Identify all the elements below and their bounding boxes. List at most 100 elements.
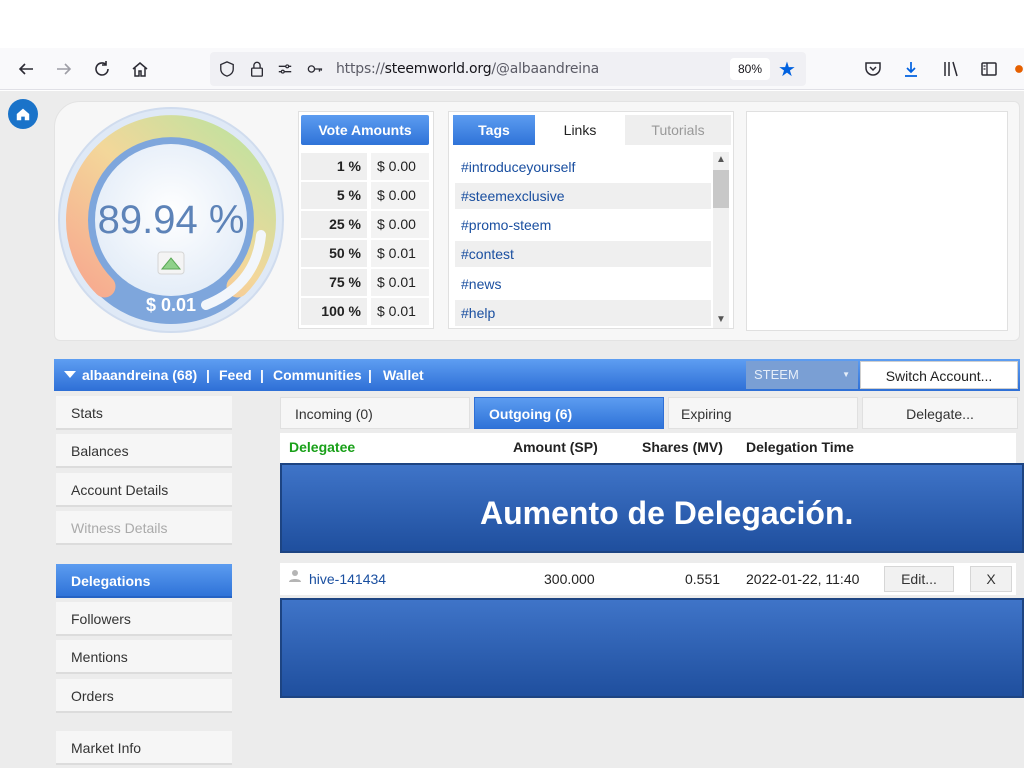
vote-percent: 75 % [301, 269, 367, 296]
tab-incoming[interactable]: Incoming (0) [280, 397, 470, 429]
vote-percent: 5 % [301, 182, 367, 209]
amount-value: 300.000 [544, 571, 595, 587]
header-delegatee[interactable]: Delegatee [289, 439, 355, 455]
lock-icon[interactable] [248, 60, 266, 78]
home-icon[interactable] [128, 57, 152, 81]
url-path: /@albaandreina [491, 61, 599, 77]
tab-links[interactable]: Links [539, 115, 621, 145]
vote-row: 75 % $ 0.01 [301, 269, 429, 296]
tab-outgoing[interactable]: Outgoing (6) [474, 397, 664, 429]
tab-tutorials[interactable]: Tutorials [625, 115, 731, 145]
switch-account-button[interactable]: Switch Account... [860, 361, 1018, 389]
scroll-up-icon[interactable]: ▲ [713, 152, 729, 168]
sidebar-item-orders[interactable]: Orders [56, 679, 232, 713]
forward-icon[interactable] [52, 57, 76, 81]
sidebar-item-mentions[interactable]: Mentions [56, 640, 232, 674]
url-text[interactable]: https://steemworld.org/@albaandreina [336, 61, 599, 77]
tag-link[interactable]: #steemexclusive [455, 183, 711, 209]
header-amount[interactable]: Amount (SP) [513, 439, 598, 455]
key-icon[interactable] [306, 60, 324, 78]
tag-link[interactable]: #news [455, 271, 711, 297]
url-prefix: https:// [336, 61, 385, 77]
delegate-button[interactable]: Delegate... [862, 397, 1018, 429]
account-menu-chevron-icon[interactable] [64, 371, 76, 378]
tags-panel: Tags Links Tutorials #introduceyourself … [448, 111, 734, 329]
empty-panel [746, 111, 1008, 331]
tag-link[interactable]: #contest [455, 241, 711, 267]
reload-icon[interactable] [90, 57, 114, 81]
download-icon[interactable] [900, 58, 922, 80]
vote-value: $ 0.01 [371, 298, 429, 325]
address-bar[interactable]: https://steemworld.org/@albaandreina 80%… [210, 52, 806, 86]
extension-icon[interactable] [1014, 58, 1024, 80]
shares-value: 0.551 [685, 571, 721, 587]
sidebar-toggle-icon[interactable] [978, 58, 1000, 80]
site-home-icon[interactable] [8, 99, 38, 129]
vote-row: 5 % $ 0.00 [301, 182, 429, 209]
url-host: steemworld.org [384, 61, 492, 77]
vote-amounts-panel: Vote Amounts 1 % $ 0.00 5 % $ 0.00 25 % $ 0… [298, 111, 434, 329]
account-bar: albaandreina (68) | Feed | Communities |… [54, 359, 1020, 391]
scroll-down-icon[interactable]: ▼ [713, 312, 729, 328]
tags-scrollbar[interactable]: ▲ ▼ [713, 152, 729, 328]
tag-link[interactable]: #help [455, 300, 711, 326]
bookmark-star-icon[interactable]: ★ [778, 57, 796, 82]
sidebar-item-followers[interactable]: Followers [56, 602, 232, 636]
vote-percent: 50 % [301, 240, 367, 267]
sidebar-item-market-info[interactable]: Market Info [56, 731, 232, 765]
separator: | [206, 367, 210, 383]
vote-row: 100 % $ 0.01 [301, 298, 429, 325]
steemworld-page: 89.94 % $ 0.01 Vote Amounts 1 % $ 0.00 5 … [0, 91, 1024, 768]
communities-link[interactable]: Communities [273, 367, 362, 383]
vote-row: 25 % $ 0.00 [301, 211, 429, 238]
sidebar-item-witness-details[interactable]: Witness Details [56, 511, 232, 545]
gauge-value: $ 0.01 [146, 295, 196, 315]
gauge-percent: 89.94 % [98, 198, 245, 242]
tab-tags[interactable]: Tags [453, 115, 535, 145]
annotation-banner: Aumento de Delegación. [280, 463, 1024, 553]
vote-value: $ 0.01 [371, 240, 429, 267]
account-name-link[interactable]: albaandreina (68) [82, 367, 197, 383]
tag-link[interactable]: #introduceyourself [455, 154, 711, 180]
delegatee-link[interactable]: hive-141434 [309, 571, 386, 587]
sidebar-item-stats[interactable]: Stats [56, 396, 232, 430]
voting-power-gauge: 89.94 % $ 0.01 [58, 107, 284, 333]
browser-toolbar: https://steemworld.org/@albaandreina 80%… [0, 48, 1024, 90]
wallet-link[interactable]: Wallet [383, 367, 424, 383]
back-icon[interactable] [14, 57, 38, 81]
table-row: hive-141434 300.000 0.551 2022-01-22, 11… [280, 563, 1016, 595]
vote-amounts-title: Vote Amounts [301, 115, 429, 145]
zoom-badge[interactable]: 80% [730, 58, 770, 80]
vote-value: $ 0.01 [371, 269, 429, 296]
vote-value: $ 0.00 [371, 153, 429, 180]
annotation-text: Aumento de Delegación. [480, 495, 854, 531]
header-delegation-time[interactable]: Delegation Time [746, 439, 854, 455]
time-value: 2022-01-22, 11:40 [746, 571, 860, 587]
header-shares[interactable]: Shares (MV) [642, 439, 723, 455]
separator: | [260, 367, 264, 383]
edit-button[interactable]: Edit... [884, 566, 954, 592]
user-icon [288, 569, 302, 586]
vote-row: 50 % $ 0.01 [301, 240, 429, 267]
pocket-icon[interactable] [862, 58, 884, 80]
sidebar-item-delegations[interactable]: Delegations [56, 564, 232, 598]
remove-button[interactable]: X [970, 566, 1012, 592]
sidebar-item-account-details[interactable]: Account Details [56, 473, 232, 507]
feed-link[interactable]: Feed [219, 367, 252, 383]
vote-percent: 1 % [301, 153, 367, 180]
vote-value: $ 0.00 [371, 182, 429, 209]
currency-value: STEEM [754, 367, 799, 382]
scroll-thumb[interactable] [713, 170, 729, 208]
select-arrow-icon: ▼ [842, 370, 850, 379]
vote-value: $ 0.00 [371, 211, 429, 238]
sidebar-item-balances[interactable]: Balances [56, 434, 232, 468]
tag-link[interactable]: #promo-steem [455, 212, 711, 238]
shield-icon[interactable] [218, 60, 236, 78]
annotation-banner-lower [280, 598, 1024, 698]
currency-select[interactable]: STEEM ▼ [746, 361, 858, 389]
library-icon[interactable] [940, 58, 962, 80]
separator: | [368, 367, 372, 383]
tab-expiring[interactable]: Expiring [668, 397, 858, 429]
delegations-content: Incoming (0) Outgoing (6) Expiring Deleg… [276, 395, 1024, 768]
permissions-icon[interactable] [276, 60, 294, 78]
